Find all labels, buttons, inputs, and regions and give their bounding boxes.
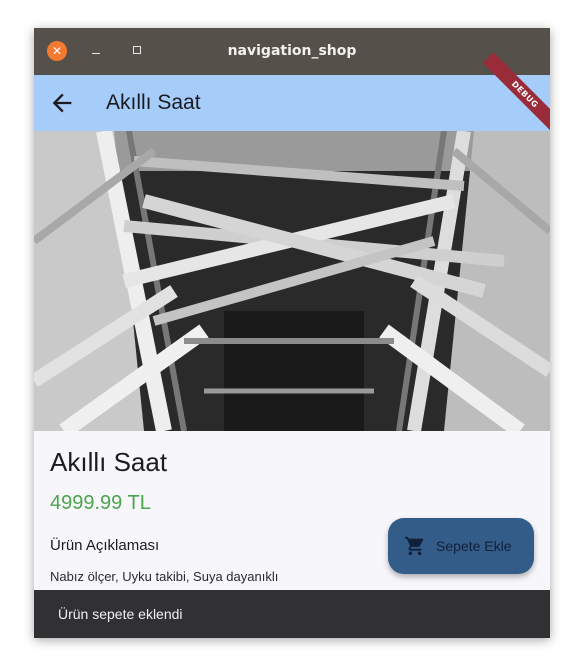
product-price: 4999.99 TL (50, 492, 151, 514)
product-description: Nabız ölçer, Uyku takibi, Suya dayanıklı (50, 569, 279, 584)
app-bar: Akıllı Saat DEBUG (34, 52, 550, 137)
product-image (34, 131, 550, 431)
add-to-cart-button[interactable]: Sepete Ekle (388, 518, 534, 574)
window-title: navigation_shop (227, 43, 357, 59)
back-button[interactable] (48, 89, 76, 117)
description-heading: Ürün Açıklaması (50, 537, 160, 554)
product-name: Akıllı Saat (50, 447, 168, 477)
shopping-cart-icon (404, 536, 424, 556)
add-to-cart-label: Sepete Ekle (436, 538, 512, 554)
page-title: Akıllı Saat (106, 91, 201, 114)
arrow-back-icon (52, 93, 72, 113)
app-window: ✕ navigation_shop Akıllı Saat DEBUG Akıl… (34, 28, 550, 638)
window-titlebar[interactable]: ✕ navigation_shop (34, 28, 550, 75)
snackbar: Ürün sepete eklendi (34, 590, 550, 638)
snackbar-message: Ürün sepete eklendi (58, 606, 183, 622)
